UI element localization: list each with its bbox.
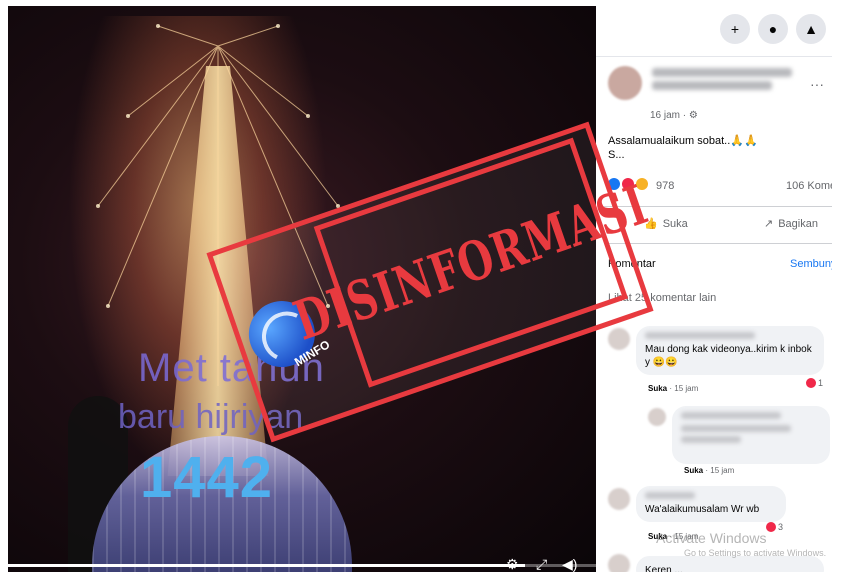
comment-text: Mau dong kak videonya..kirim k inbok y 😀…: [645, 344, 812, 368]
reply-text-blur-2: [681, 436, 741, 443]
share-icon: ↗: [764, 218, 774, 230]
commenter-avatar[interactable]: [608, 328, 630, 350]
comment-reactions[interactable]: 1: [806, 378, 823, 388]
commenter-avatar-3[interactable]: [608, 488, 630, 510]
share-button[interactable]: ↗ Bagikan: [764, 217, 818, 231]
reply-like-link[interactable]: Suka: [684, 466, 703, 475]
comment-bubble: Mau dong kak videonya..kirim k inbok y 😀…: [636, 326, 824, 375]
comment-meta: Suka · 15 jam: [648, 384, 698, 393]
activate-windows-hint: Go to Settings to activate Windows.: [684, 548, 827, 558]
comment-like-link[interactable]: Suka: [648, 384, 667, 393]
post-text-line1: Assalamualaikum sobat..🙏🙏: [608, 135, 758, 147]
plus-icon[interactable]: +: [720, 14, 750, 44]
volume-icon[interactable]: ◀): [562, 556, 577, 572]
messenger-icon[interactable]: ●: [758, 14, 788, 44]
post-author-avatar[interactable]: [608, 66, 642, 100]
commenter-name[interactable]: [645, 332, 755, 339]
comment-reaction-count: 1: [818, 378, 824, 388]
comment-time[interactable]: · 15 jam: [669, 384, 698, 393]
comment-count[interactable]: 106 Kome: [786, 180, 832, 192]
post-timestamp[interactable]: 16 jam · ⚙: [650, 110, 698, 121]
post-text-line2: S...: [608, 149, 625, 161]
screenshot-frame: Met tahun baru hijriyan 1442 ⚙ ⤢ ◀) + ● …: [8, 6, 832, 572]
hide-comments-link[interactable]: Sembunyi: [790, 258, 832, 270]
comment-reactions-3[interactable]: 3: [766, 522, 783, 532]
reply-name[interactable]: [681, 412, 781, 419]
comment-text-3: Wa'alaikumusalam Wr wb: [645, 504, 760, 515]
reply-avatar[interactable]: [648, 408, 666, 426]
heart-icon-3: [766, 522, 776, 532]
fullscreen-icon[interactable]: ⤢: [536, 556, 547, 572]
fb-top-bar: + ● ▲: [596, 6, 832, 57]
post-author-name[interactable]: [652, 68, 802, 92]
comment-reaction-count-3: 3: [778, 522, 784, 532]
comment-bubble-4: Keren ...: [636, 556, 824, 572]
video-caption-year: 1442: [140, 445, 274, 510]
reaction-count[interactable]: 978: [656, 180, 674, 192]
more-options-icon[interactable]: ···: [810, 76, 824, 92]
activate-windows-watermark: Activate Windows: [656, 530, 767, 546]
post-body: Assalamualaikum sobat..🙏🙏 S...: [608, 134, 758, 162]
heart-icon: [806, 378, 816, 388]
comment-bubble-3: Wa'alaikumusalam Wr wb: [636, 486, 786, 522]
commenter-name-3[interactable]: [645, 492, 695, 499]
like-label: Suka: [662, 217, 688, 230]
share-label: Bagikan: [778, 217, 818, 230]
reply-bubble: [672, 406, 830, 464]
commenter-avatar-4[interactable]: [608, 554, 630, 572]
reply-meta: Suka · 15 jam: [684, 466, 734, 475]
reply-text-blur-1: [681, 425, 791, 432]
comment-text-4: Keren ...: [645, 565, 683, 572]
bell-icon[interactable]: ▲: [796, 14, 826, 44]
reply-time[interactable]: · 15 jam: [705, 466, 734, 475]
video-progress-fill: [8, 564, 526, 567]
settings-icon[interactable]: ⚙: [506, 556, 519, 572]
